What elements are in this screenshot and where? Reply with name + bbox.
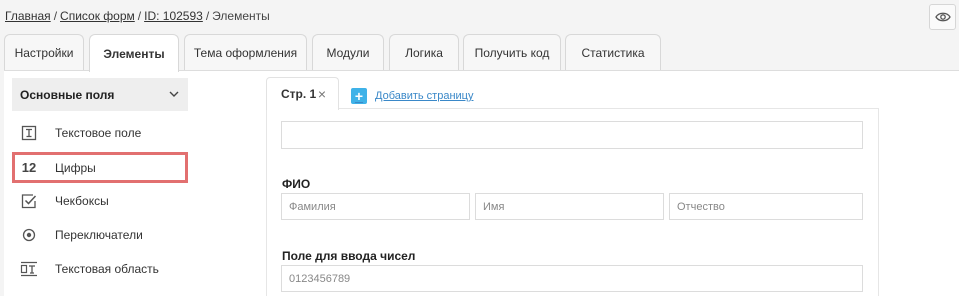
number-field-label: Поле для ввода чисел xyxy=(282,249,416,263)
breadcrumb-separator: / xyxy=(137,9,142,23)
breadcrumb-current: Элементы xyxy=(212,9,270,23)
breadcrumb-separator: / xyxy=(205,9,210,23)
add-page-label: Добавить страницу xyxy=(375,90,474,102)
tab-elements[interactable]: Элементы xyxy=(89,34,179,72)
sidebar-item-digits[interactable]: 12 Цифры xyxy=(12,152,188,183)
tab-logic[interactable]: Логика xyxy=(389,34,459,71)
tab-theme[interactable]: Тема оформления xyxy=(184,34,307,71)
sidebar-item-label: Текстовое поле xyxy=(55,126,142,140)
eye-icon xyxy=(934,12,951,22)
page-tab-label: Стр. 1 xyxy=(281,87,317,101)
tab-settings[interactable]: Настройки xyxy=(4,34,84,71)
tab-get-code[interactable]: Получить код xyxy=(463,34,561,71)
fio-label: ФИО xyxy=(282,177,311,191)
breadcrumb-forms-link[interactable]: Список форм xyxy=(60,9,135,23)
radio-icon xyxy=(12,228,46,242)
tab-statistics[interactable]: Статистика xyxy=(565,34,661,71)
digits-icon: 12 xyxy=(21,160,37,175)
sidebar-item-label: Текстовая область xyxy=(55,262,159,276)
tab-modules[interactable]: Модули xyxy=(312,34,384,71)
sidebar-item-label: Переключатели xyxy=(55,228,143,242)
sidebar-section-header[interactable]: Основные поля xyxy=(12,78,188,111)
number-input[interactable]: 0123456789 xyxy=(281,265,863,292)
sidebar-item-label: Чекбоксы xyxy=(55,194,109,208)
sidebar-item-text-field[interactable]: Текстовое поле xyxy=(12,118,188,148)
add-page-link[interactable]: + Добавить страницу xyxy=(351,88,473,104)
text-field-icon xyxy=(12,125,46,141)
close-icon[interactable]: × xyxy=(318,86,326,102)
name-input[interactable]: Имя xyxy=(475,193,664,220)
patronymic-input[interactable]: Отчество xyxy=(669,193,863,220)
plus-icon: + xyxy=(351,88,367,104)
sidebar-item-radio[interactable]: Переключатели xyxy=(12,220,188,250)
surname-input[interactable]: Фамилия xyxy=(281,193,470,220)
textarea-icon xyxy=(12,261,46,277)
sidebar-item-label: Цифры xyxy=(55,160,96,175)
breadcrumb: Главная / Список форм / ID: 102593/Элементы xyxy=(5,9,270,23)
sidebar-item-checkboxes[interactable]: Чекбоксы xyxy=(12,186,188,216)
breadcrumb-home-link[interactable]: Главная xyxy=(5,9,51,23)
sidebar-item-textarea[interactable]: Текстовая область xyxy=(12,254,188,284)
sidebar-section-title: Основные поля xyxy=(20,87,115,102)
checkbox-icon xyxy=(12,193,46,209)
chevron-down-icon xyxy=(169,91,179,97)
preview-button[interactable] xyxy=(929,4,956,30)
breadcrumb-id-link[interactable]: ID: 102593 xyxy=(144,9,203,23)
breadcrumb-separator: / xyxy=(53,9,58,23)
empty-field-input[interactable] xyxy=(281,121,863,149)
page-tab-1[interactable]: Стр. 1 × xyxy=(266,77,339,110)
